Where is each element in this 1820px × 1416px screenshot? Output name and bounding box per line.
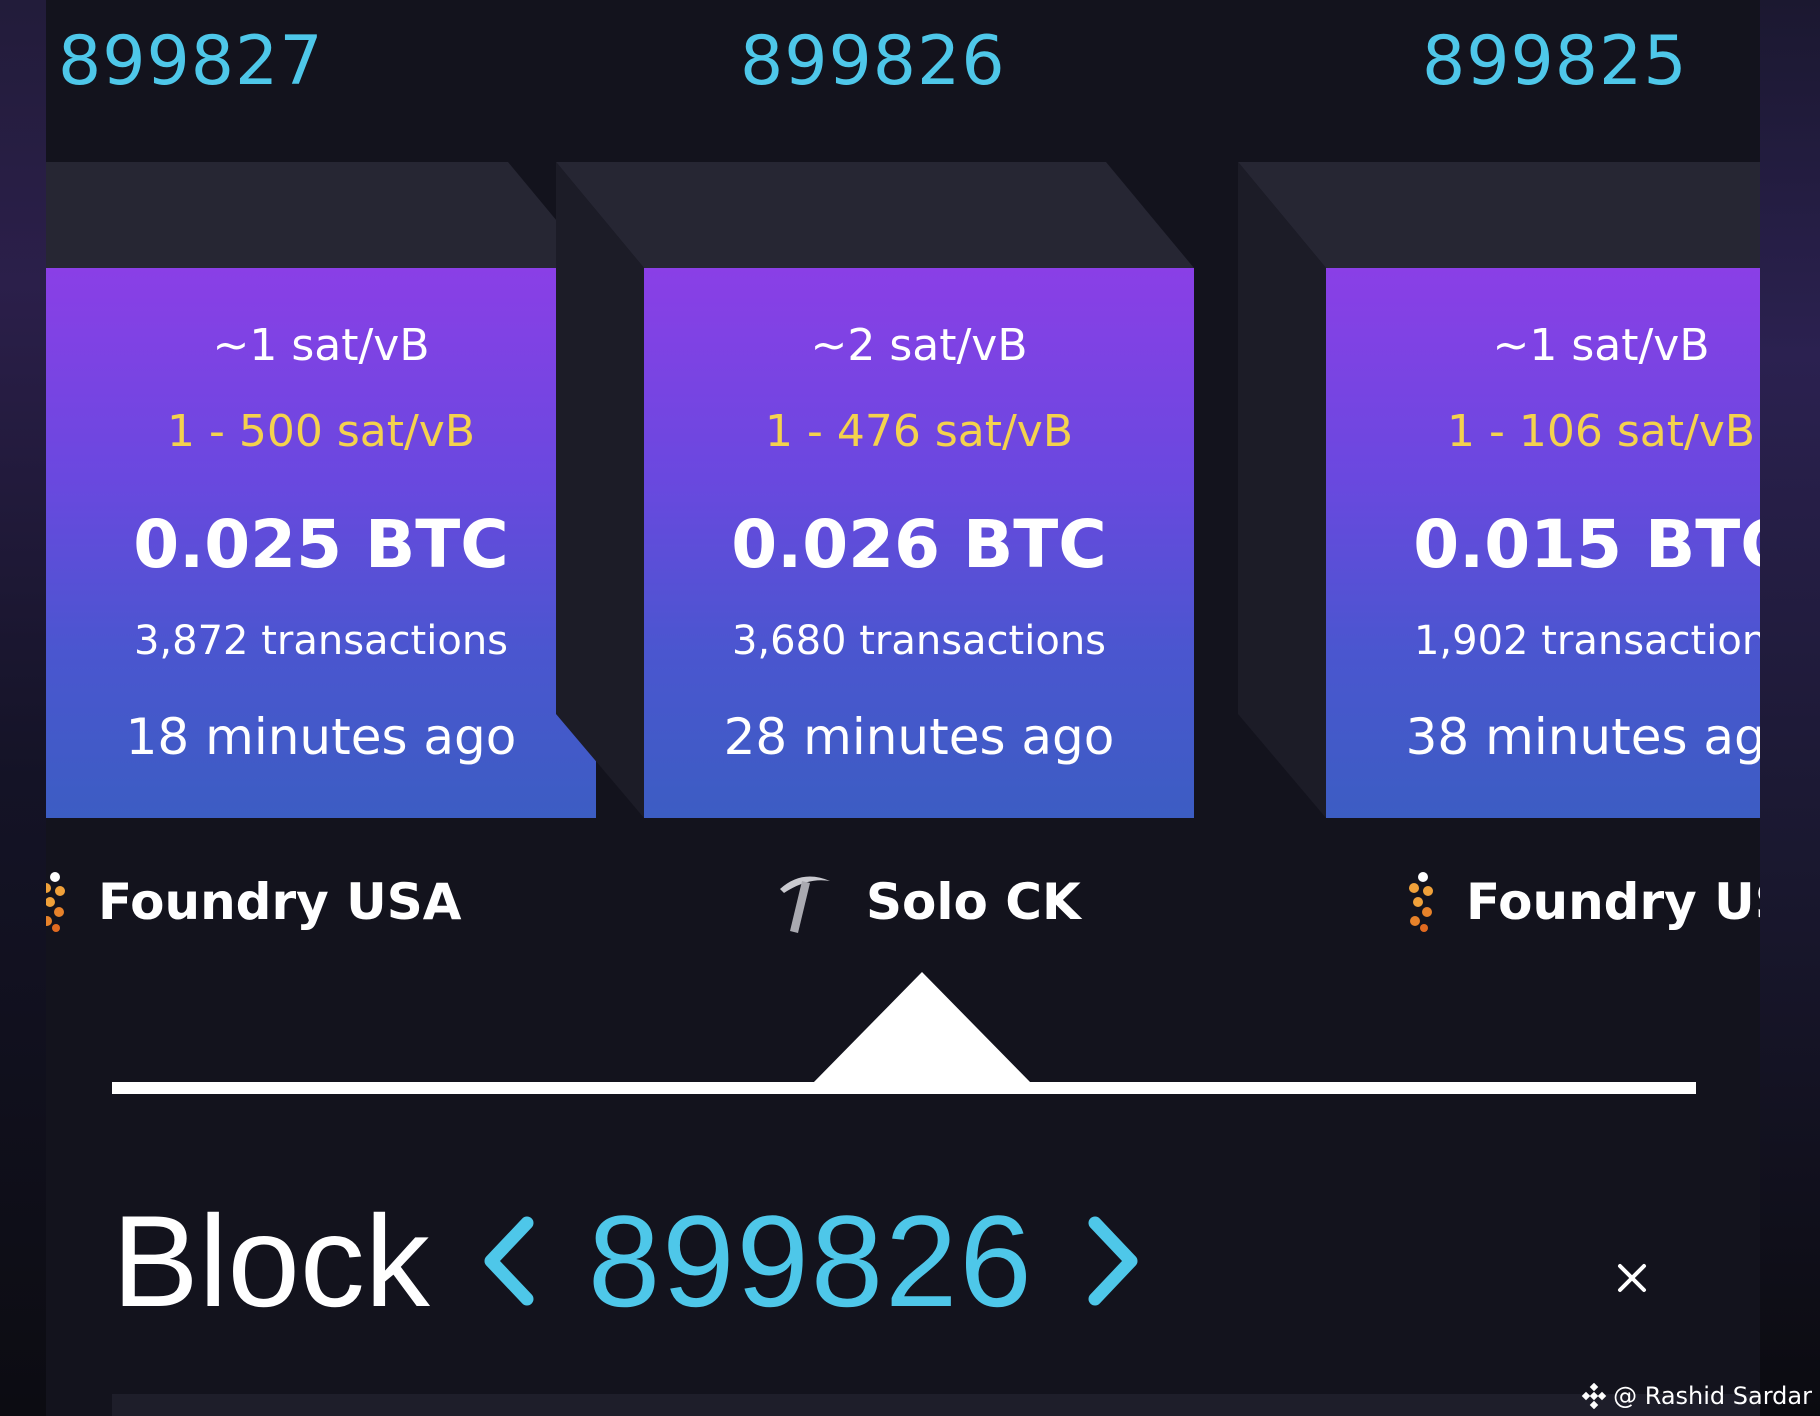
mining-pool-name: Foundry USA: [98, 873, 462, 931]
block-detail-height: 899826: [587, 1188, 1034, 1334]
block-face: ~2 sat/vB 1 - 476 sat/vB 0.026 BTC 3,680…: [644, 268, 1194, 818]
block-card[interactable]: ~1 sat/vB 1 - 106 sat/vB 0.015 BTC 1,902…: [1238, 162, 1760, 818]
page: 899827 899826 899825 ~1 sat/vB 1 - 500 s…: [0, 0, 1820, 1416]
block-age: 18 minutes ago: [125, 708, 517, 766]
transaction-count: 3,872 transactions: [133, 618, 509, 664]
chevron-right-icon: [1088, 1216, 1138, 1306]
previous-block-button[interactable]: [474, 1211, 544, 1311]
mining-pool-name: Foundry USA: [1466, 873, 1760, 931]
right-edge: [1760, 0, 1820, 1416]
left-edge: [0, 0, 46, 1416]
total-fees: 0.026 BTC: [731, 506, 1107, 583]
transaction-count: 3,680 transactions: [731, 618, 1107, 664]
block-face: ~1 sat/vB 1 - 500 sat/vB 0.025 BTC 3,872…: [46, 268, 596, 818]
block-card-selected[interactable]: ~2 sat/vB 1 - 476 sat/vB 0.026 BTC 3,680…: [556, 162, 1196, 818]
close-button[interactable]: [1612, 1258, 1652, 1298]
selected-block-pointer: [812, 972, 1032, 1084]
fee-range: 1 - 500 sat/vB: [167, 406, 475, 457]
mining-pool[interactable]: Foundry USA: [46, 870, 461, 934]
foundry-logo-icon: [1406, 871, 1436, 933]
watermark-text: @ Rashid Sardar: [1613, 1382, 1812, 1410]
foundry-logo-icon: [46, 871, 68, 933]
transaction-count: 1,902 transactions: [1413, 618, 1760, 664]
block-height-label[interactable]: 899825: [1422, 22, 1688, 101]
binance-logo-icon: [1581, 1383, 1607, 1409]
median-fee: ~1 sat/vB: [212, 320, 430, 371]
chevron-left-icon: [484, 1216, 534, 1306]
total-fees: 0.025 BTC: [133, 506, 509, 583]
block-height-label[interactable]: 899827: [58, 22, 324, 101]
watermark: @ Rashid Sardar: [1581, 1382, 1812, 1410]
total-fees: 0.015 BTC: [1413, 506, 1760, 583]
median-fee: ~2 sat/vB: [810, 320, 1028, 371]
mining-pool[interactable]: Foundry USA: [1406, 870, 1760, 934]
pickaxe-icon: [774, 867, 836, 937]
block-age: 38 minutes ago: [1405, 708, 1760, 766]
block-face: ~1 sat/vB 1 - 106 sat/vB 0.015 BTC 1,902…: [1326, 268, 1760, 818]
mempool-blockchain-view: 899827 899826 899825 ~1 sat/vB 1 - 500 s…: [46, 0, 1760, 1416]
block-card[interactable]: ~1 sat/vB 1 - 500 sat/vB 0.025 BTC 3,872…: [46, 162, 598, 818]
mining-pool[interactable]: Solo CK: [774, 870, 1081, 934]
close-icon: [1618, 1264, 1646, 1292]
timeline-divider: [112, 1082, 1696, 1094]
block-detail-label: Block: [112, 1188, 430, 1334]
block-detail-header: Block 899826: [112, 1186, 1148, 1336]
next-block-button[interactable]: [1078, 1211, 1148, 1311]
block-height-label[interactable]: 899826: [740, 22, 1006, 101]
mining-pool-name: Solo CK: [866, 873, 1081, 931]
fee-range: 1 - 106 sat/vB: [1447, 406, 1755, 457]
block-age: 28 minutes ago: [723, 708, 1115, 766]
median-fee: ~1 sat/vB: [1492, 320, 1710, 371]
fee-range: 1 - 476 sat/vB: [765, 406, 1073, 457]
detail-panel-top: [112, 1394, 1760, 1416]
